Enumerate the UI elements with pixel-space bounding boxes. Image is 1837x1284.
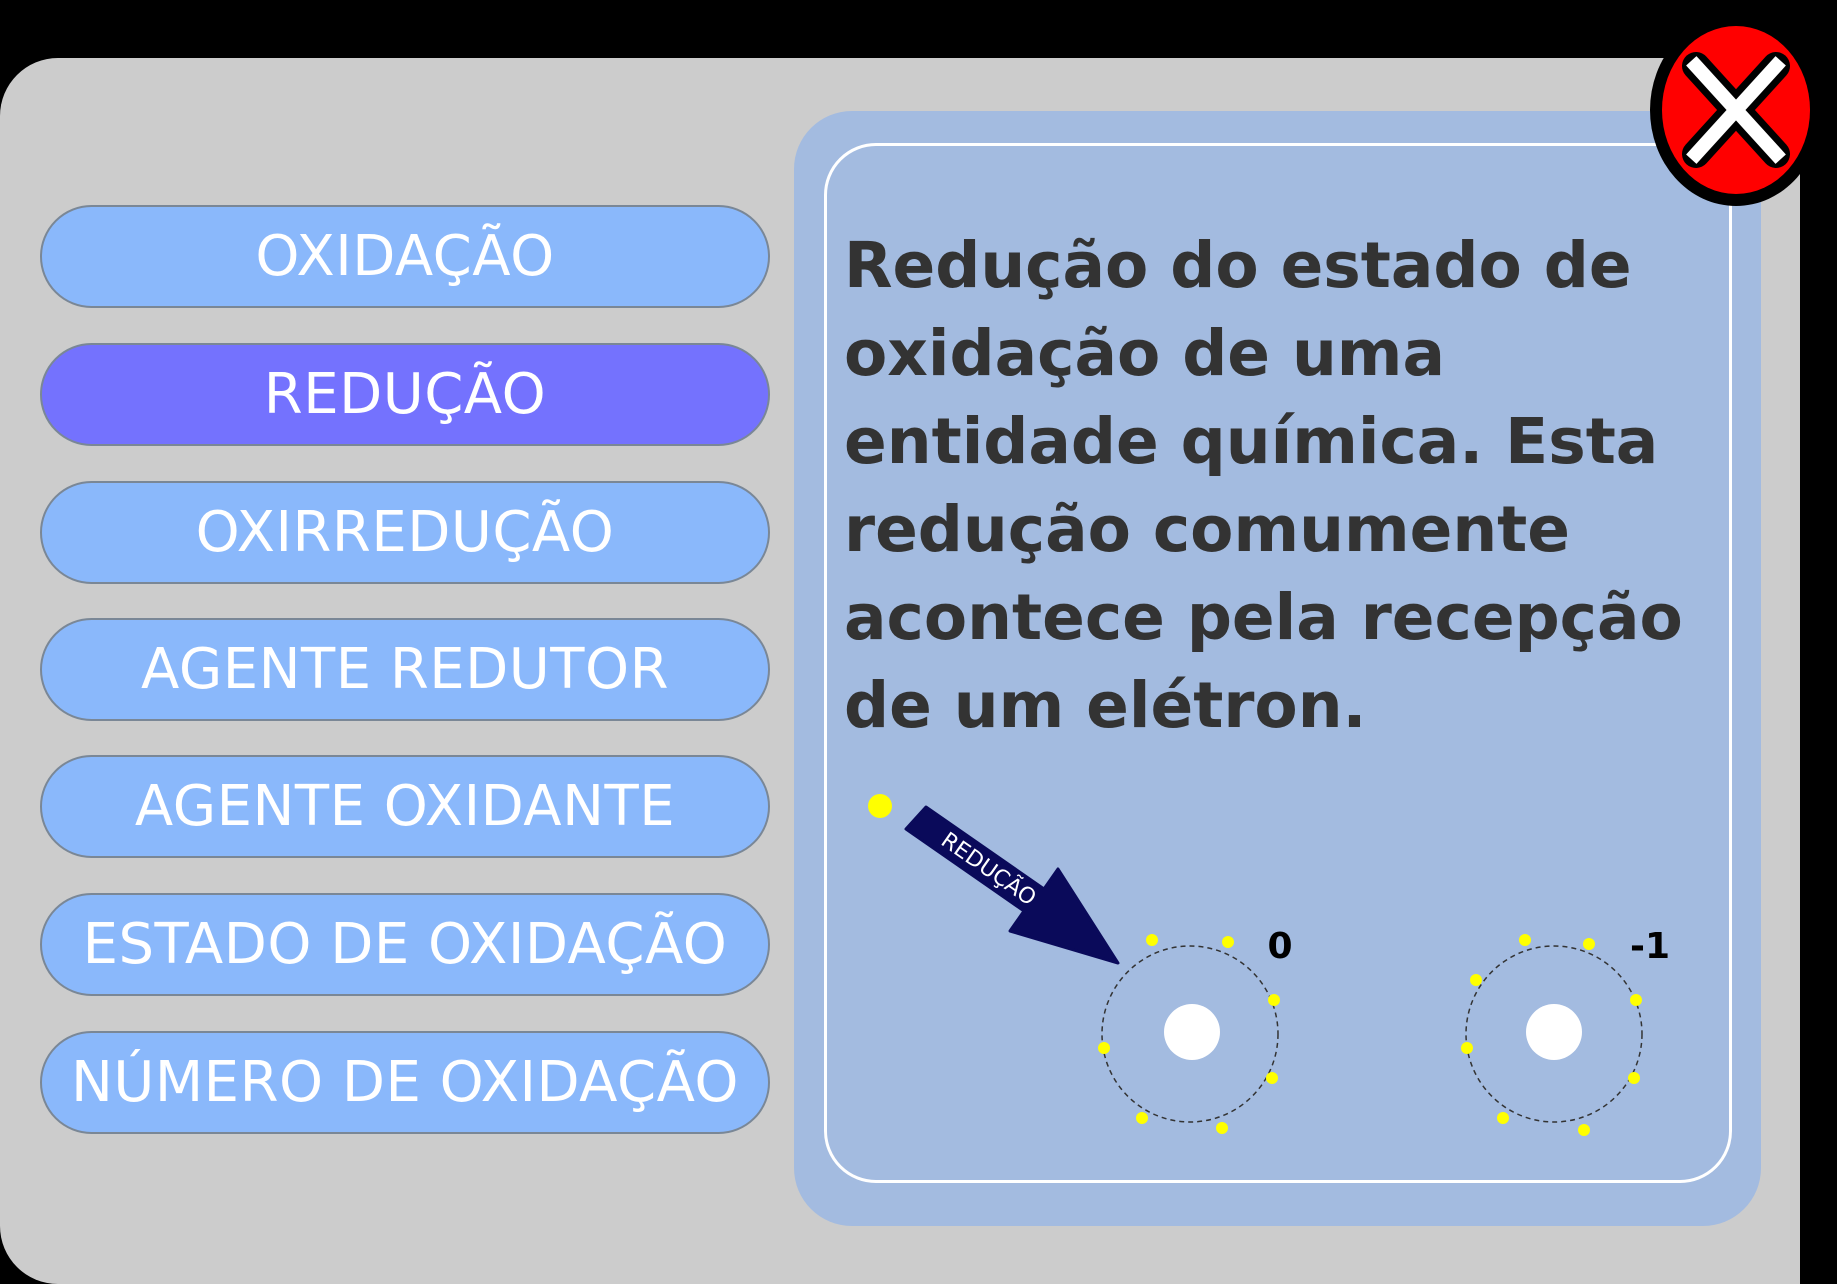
menu-button-oxirreducao[interactable]: OXIRREDUÇÃO: [40, 481, 770, 584]
definition-text: Redução do estado de oxidação de uma ent…: [844, 229, 1683, 742]
menu-button-numero-de-oxidacao[interactable]: NÚMERO DE OXIDAÇÃO: [40, 1031, 770, 1134]
menu-button-agente-redutor[interactable]: AGENTE REDUTOR: [40, 618, 770, 721]
menu-button-reducao[interactable]: REDUÇÃO: [40, 343, 770, 446]
menu-button-agente-oxidante[interactable]: AGENTE OXIDANTE: [40, 755, 770, 858]
menu-button-estado-de-oxidacao[interactable]: ESTADO DE OXIDAÇÃO: [40, 893, 770, 996]
menu-button-oxidacao[interactable]: OXIDAÇÃO: [40, 205, 770, 308]
close-button[interactable]: [1648, 12, 1824, 208]
close-icon: [1650, 14, 1822, 206]
